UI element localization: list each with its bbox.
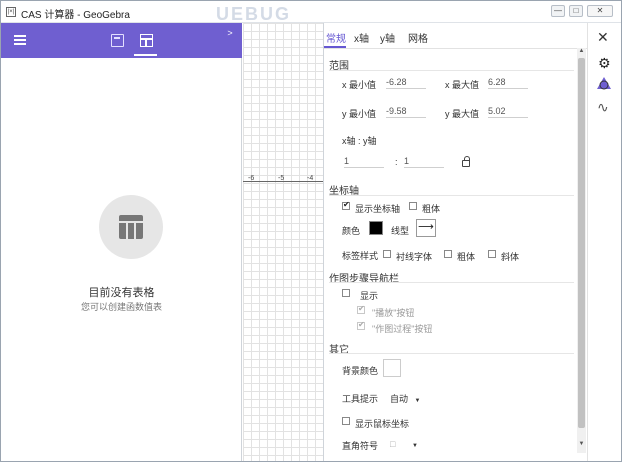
close-window-button[interactable]: ✕ [587, 5, 613, 17]
settings-tabs: 常规 x轴 y轴 网格 [324, 23, 588, 49]
tab-general[interactable]: 常规 [326, 30, 346, 45]
table-icon[interactable] [140, 34, 153, 47]
bold-label-text: 粗体 [457, 252, 476, 262]
maximize-button[interactable]: □ [569, 5, 583, 17]
panel-toolbar [1, 23, 242, 58]
watermark-logo: UEBUG [216, 4, 292, 24]
right-angle-value: □ [390, 439, 396, 449]
divider [329, 70, 574, 71]
show-axes-checkbox[interactable] [342, 200, 350, 210]
y-min-label: y 最小值 [342, 109, 377, 119]
show-axes-label: 显示坐标轴 [355, 204, 401, 214]
x-min-input[interactable]: -6.28 [386, 77, 426, 89]
scroll-thumb[interactable] [578, 58, 585, 428]
show-mouse-coords-checkbox[interactable] [342, 417, 350, 425]
settings-panel: 常规 x轴 y轴 网格 范围 x 最小值 -6.28 x 最大值 6.28 y … [323, 23, 588, 461]
show-nav-label: 显示 [360, 291, 379, 301]
linestyle-button[interactable]: ⟶ [416, 219, 436, 237]
right-angle-dropdown[interactable]: □ ▼ [390, 439, 418, 449]
app-icon: |×| [6, 7, 16, 17]
gear-icon[interactable]: ⚙ [598, 55, 611, 72]
label-style-label: 标签样式 [342, 251, 379, 261]
function-icon[interactable]: ∿ [597, 99, 609, 116]
divider [329, 282, 574, 283]
tick-label: -5 [278, 175, 285, 182]
tab-grid[interactable]: 网格 [408, 30, 428, 45]
axis-color-swatch[interactable] [369, 221, 383, 235]
app-window: |×| CAS 计算器 - GeoGebra UEBUG — □ ✕ 目前没有表… [0, 0, 622, 462]
bold-checkbox[interactable] [409, 202, 417, 210]
bg-color-label: 背景颜色 [342, 366, 379, 376]
minimize-button[interactable]: — [551, 5, 565, 17]
y-min-input[interactable]: -9.58 [386, 106, 426, 118]
lock-icon[interactable] [462, 156, 470, 167]
menu-icon[interactable] [14, 35, 26, 45]
divider [329, 195, 574, 196]
title-bar: |×| CAS 计算器 - GeoGebra UEBUG — □ ✕ [1, 1, 621, 24]
active-tab-indicator [324, 46, 346, 48]
serif-label: 衬线字体 [396, 252, 433, 262]
empty-table-illustration [99, 195, 163, 259]
view-toolbar: ✕ ⚙ ∿ [587, 23, 621, 461]
bg-color-swatch[interactable] [383, 359, 401, 377]
tick-label: -4 [307, 175, 314, 182]
empty-title: 目前没有表格 [88, 287, 155, 299]
calculator-icon[interactable] [111, 34, 124, 47]
graphics-view-icon[interactable] [596, 76, 612, 90]
show-mouse-coords-label: 显示鼠标坐标 [355, 419, 410, 429]
empty-subtitle: 您可以创建函数值表 [80, 302, 162, 312]
x-max-input[interactable]: 6.28 [488, 77, 528, 89]
x-min-label: x 最小值 [342, 80, 377, 90]
divider [329, 353, 574, 354]
table-panel: 目前没有表格 您可以创建函数值表 [1, 23, 242, 461]
chevron-down-icon: ▼ [411, 443, 418, 449]
italic-label: 斜体 [501, 252, 520, 262]
tooltips-label: 工具提示 [342, 394, 379, 404]
x-max-label: x 最大值 [445, 80, 480, 90]
active-tab-indicator [134, 54, 157, 56]
axis-ratio-label: x轴 : y轴 [342, 136, 377, 146]
ratio-x-input[interactable]: 1 [344, 156, 384, 168]
window-title: CAS 计算器 - GeoGebra [21, 10, 130, 21]
right-angle-label: 直角符号 [342, 441, 379, 451]
tooltips-value: 自动 [390, 394, 409, 404]
y-max-label: y 最大值 [445, 109, 480, 119]
play-button-checkbox[interactable] [357, 304, 365, 314]
settings-scrollbar[interactable]: ▲ ▼ [577, 48, 586, 453]
play-button-label: "播放"按钮 [372, 308, 415, 318]
bold-label-checkbox[interactable] [444, 250, 452, 258]
scroll-down-icon[interactable]: ▼ [577, 441, 586, 450]
close-settings-icon[interactable]: ✕ [597, 29, 609, 46]
italic-checkbox[interactable] [488, 250, 496, 258]
scroll-up-icon[interactable]: ▲ [577, 48, 586, 57]
y-max-input[interactable]: 5.02 [488, 106, 528, 118]
tab-x-axis[interactable]: x轴 [354, 30, 369, 45]
show-nav-checkbox[interactable] [342, 289, 350, 297]
table-empty-icon [119, 215, 143, 239]
tab-y-axis[interactable]: y轴 [380, 30, 395, 45]
chevron-down-icon: ▼ [414, 398, 421, 404]
linestyle-label: 线型 [391, 226, 410, 236]
tooltips-dropdown[interactable]: 自动 ▼ [390, 392, 420, 405]
construction-button-label: "作图过程"按钮 [372, 324, 433, 334]
graphics-view[interactable]: -6 -5 -4 [243, 23, 323, 461]
bold-label: 粗体 [422, 204, 441, 214]
ratio-y-input[interactable]: 1 [404, 156, 444, 168]
serif-checkbox[interactable] [383, 250, 391, 258]
ratio-separator: : [395, 157, 398, 167]
construction-button-checkbox[interactable] [357, 320, 365, 330]
tick-label: -6 [248, 175, 255, 182]
color-label: 颜色 [342, 226, 361, 236]
panel-toggle-button[interactable]: > [223, 26, 237, 40]
